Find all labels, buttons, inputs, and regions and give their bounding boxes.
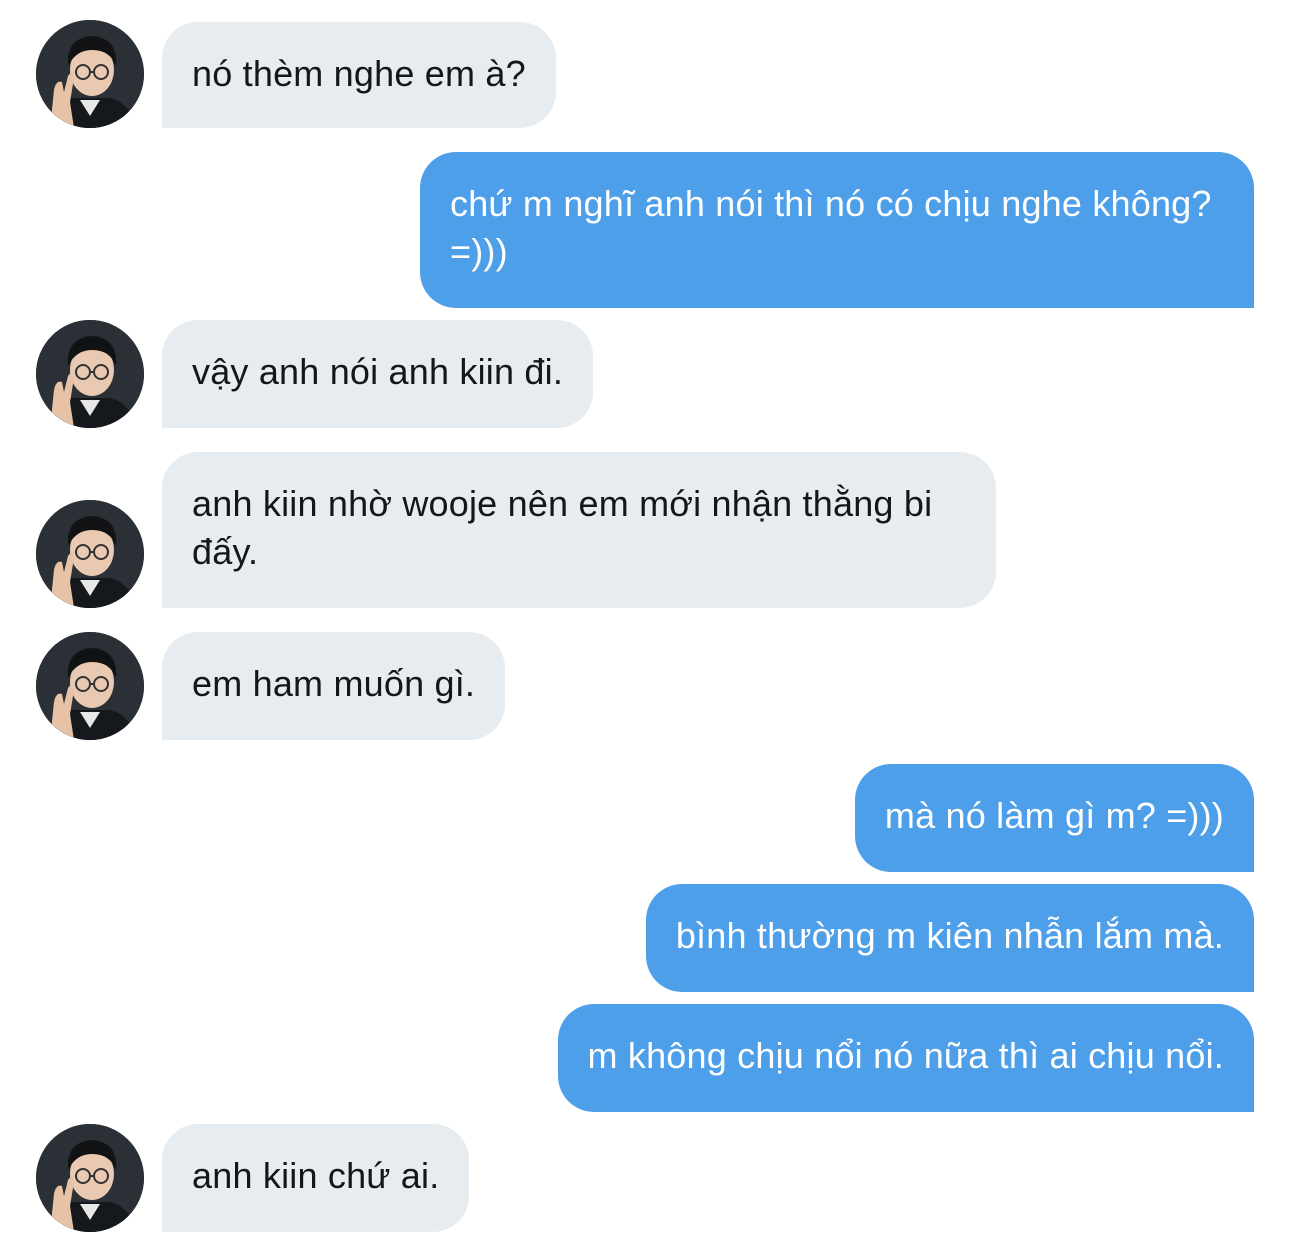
message-bubble-received[interactable]: anh kiin nhờ wooje nên em mới nhận thằng… (162, 452, 996, 608)
avatar-photo-icon (36, 20, 144, 128)
message-bubble-received[interactable]: nó thèm nghe em à? (162, 22, 556, 128)
message-thread: nó thèm nghe em à? chứ m nghĩ anh nói th… (0, 0, 1290, 1246)
contact-avatar[interactable] (36, 500, 144, 608)
contact-avatar[interactable] (36, 1124, 144, 1232)
avatar-photo-icon (36, 500, 144, 608)
contact-avatar[interactable] (36, 20, 144, 128)
message-bubble-received[interactable]: em ham muốn gì. (162, 632, 506, 740)
message-bubble-sent[interactable]: chứ m nghĩ anh nói thì nó có chịu nghe k… (420, 152, 1254, 308)
avatar-photo-icon (36, 320, 144, 428)
message-bubble-received[interactable]: vậy anh nói anh kiin đi. (162, 320, 594, 428)
message-bubble-sent[interactable]: m không chịu nổi nó nữa thì ai chịu nổi. (557, 1004, 1254, 1112)
avatar-photo-icon (36, 632, 144, 740)
message-bubble-received[interactable]: anh kiin chứ ai. (162, 1124, 470, 1232)
message-bubble-sent[interactable]: bình thường m kiên nhẫn lắm mà. (645, 884, 1254, 992)
contact-avatar[interactable] (36, 632, 144, 740)
contact-avatar[interactable] (36, 320, 144, 428)
avatar-photo-icon (36, 1124, 144, 1232)
message-bubble-sent[interactable]: mà nó làm gì m? =))) (854, 764, 1254, 872)
